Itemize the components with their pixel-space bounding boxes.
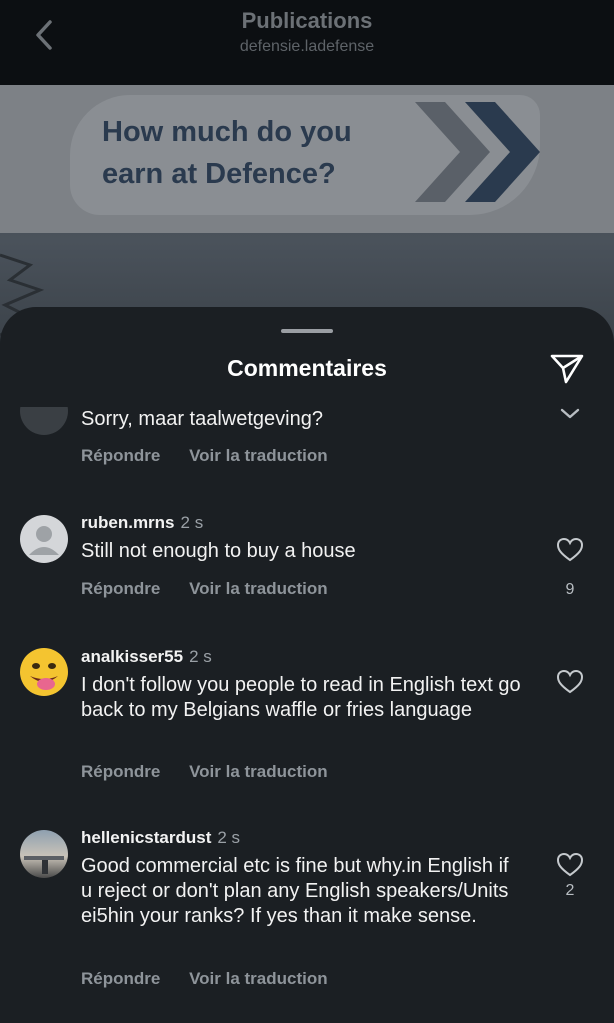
comment-username[interactable]: ruben.mrns 2 s [81,513,203,533]
translate-button[interactable]: Voir la traduction [189,446,328,465]
comment-list[interactable]: Sorry, maar taalwetgeving? Répondre Voir… [0,407,614,1023]
comment-text: I don't follow you people to read in Eng… [81,674,521,721]
share-send-icon[interactable] [549,351,585,385]
comment-actions: Répondre Voir la traduction [81,969,352,989]
username-text[interactable]: hellenicstardust [81,828,211,847]
post-image: How much do you earn at Defence? [0,85,614,345]
comment-text: Still not enough to buy a house [81,540,356,562]
comment-time: 2 s [217,828,241,847]
avatar[interactable] [20,515,68,563]
translate-button[interactable]: Voir la traduction [189,762,328,781]
banner-line-2: earn at Defence? [102,158,336,190]
comment-item: hellenicstardust 2 s Good commercial etc … [0,827,614,1017]
comment-time: 2 s [189,647,212,666]
comment-actions: Répondre Voir la traduction [81,579,352,599]
comment-item: analkisser55 2 s I don't follow you peopl… [0,645,614,795]
emoji-face-icon [22,650,66,694]
comment-text: Good commercial etc is fine but why.in E… [81,855,509,927]
like-count: 9 [565,581,575,598]
sheet-title: Commentaires [227,355,387,381]
comment-item: ruben.mrns 2 s Still not enough to buy a … [0,511,614,631]
reply-button[interactable]: Répondre [81,969,160,988]
avatar[interactable] [20,407,68,435]
reply-button[interactable]: Répondre [81,762,160,781]
comment-item: Sorry, maar taalwetgeving? Répondre Voir… [0,407,614,477]
heart-icon[interactable] [556,669,584,695]
comment-username[interactable]: hellenicstardust 2 s [81,828,240,848]
drag-handle[interactable] [281,329,333,333]
comment-text: Sorry, maar taalwetgeving? [81,408,323,430]
heart-icon[interactable] [556,537,584,563]
translate-button[interactable]: Voir la traduction [189,579,328,598]
default-user-icon [29,526,59,555]
username-text[interactable]: ruben.mrns [81,513,175,532]
top-bar: Publications defensie.ladefense [0,0,614,85]
heart-icon[interactable] [556,852,584,878]
account-name[interactable]: defensie.ladefense [0,38,614,56]
comment-time: 2 s [180,513,204,532]
comment-actions: Répondre Voir la traduction [81,762,352,782]
banner-text: How much do you earn at Defence? [102,111,352,195]
page-title: Publications [241,8,373,33]
comment-actions: Répondre Voir la traduction [81,446,352,466]
comment-username[interactable]: analkisser55 2 s [81,647,212,667]
translate-button[interactable]: Voir la traduction [189,969,328,988]
photo-avatar-icon [24,856,64,874]
reply-button[interactable]: Répondre [81,446,160,465]
avatar[interactable] [20,830,68,878]
double-chevron-icon [415,102,540,202]
avatar[interactable] [20,648,68,696]
comments-sheet: Commentaires Sorry, maar taalwetgeving? … [0,307,614,1023]
reply-button[interactable]: Répondre [81,579,160,598]
like-count: 2 [565,882,575,899]
banner-line-1: How much do you [102,116,352,148]
post-banner: How much do you earn at Defence? [0,85,614,233]
collapse-chevron-icon[interactable] [556,407,584,427]
username-text[interactable]: analkisser55 [81,647,183,666]
